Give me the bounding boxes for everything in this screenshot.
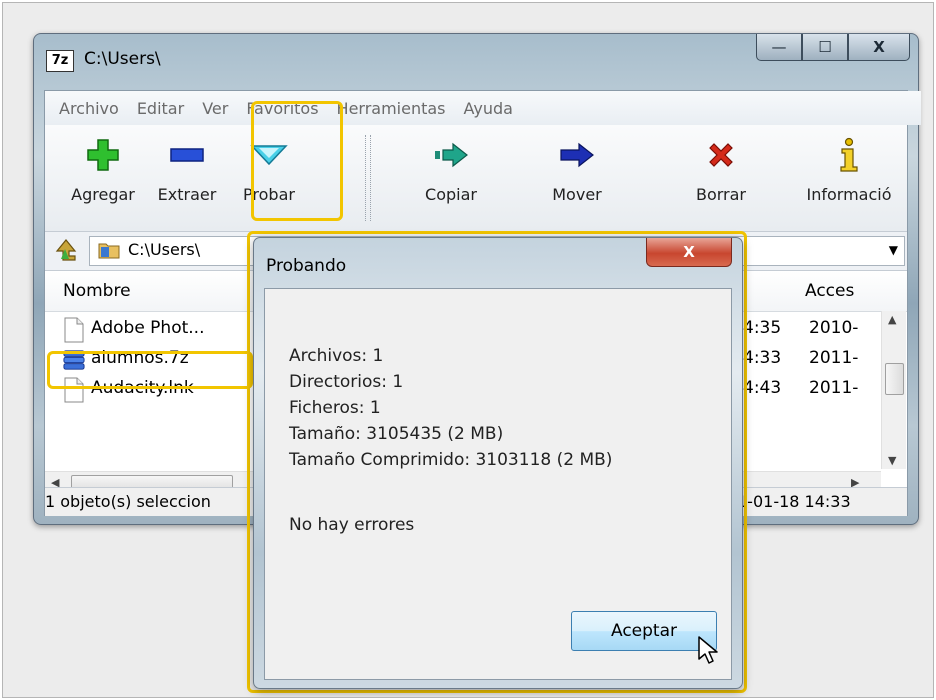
- status-selection: 1 objeto(s) seleccion: [45, 492, 211, 511]
- menu-herramientas[interactable]: Herramientas: [337, 99, 446, 118]
- plus-icon: [86, 133, 120, 177]
- add-button[interactable]: Agregar: [63, 133, 143, 227]
- highlight-archive-row: [47, 351, 253, 389]
- stat-files: Archivos: 1: [289, 346, 384, 366]
- info-button[interactable]: Informació: [793, 133, 905, 227]
- copy-button[interactable]: Copiar: [411, 133, 491, 227]
- add-label: Agregar: [71, 185, 135, 204]
- extract-button[interactable]: Extraer: [149, 133, 225, 227]
- close-icon: X: [873, 38, 885, 56]
- dialog-title: Probando: [266, 256, 347, 276]
- stat-compressed-size: Tamaño Comprimido: 3103118 (2 MB): [289, 450, 613, 470]
- dialog-close-button[interactable]: X: [646, 238, 732, 267]
- file-accessed: 2011-: [809, 378, 859, 398]
- file-accessed: 2010-: [809, 318, 859, 338]
- close-icon: X: [683, 243, 695, 261]
- menu-bar: Archivo Editar Ver Favoritos Herramienta…: [45, 91, 921, 125]
- minus-icon: [170, 133, 204, 177]
- title-bar[interactable]: 7z C:\Users\ — ☐ X: [34, 34, 918, 90]
- maximize-button[interactable]: ☐: [802, 34, 848, 61]
- 7zip-app-icon: 7z: [46, 50, 74, 72]
- stat-size: Tamaño: 3105435 (2 MB): [289, 424, 504, 444]
- dropdown-arrow-icon[interactable]: ▼: [889, 243, 898, 257]
- menu-ayuda[interactable]: Ayuda: [464, 99, 513, 118]
- folder-icon: [98, 243, 120, 259]
- menu-editar[interactable]: Editar: [137, 99, 184, 118]
- column-accessed-header[interactable]: Acces: [805, 281, 854, 301]
- toolbar-separator: [365, 135, 371, 221]
- up-folder-button[interactable]: [51, 238, 79, 264]
- delete-button[interactable]: Borrar: [681, 133, 761, 227]
- file-accessed: 2011-: [809, 348, 859, 368]
- scroll-up-icon[interactable]: ▲: [888, 313, 896, 326]
- vertical-scrollbar[interactable]: ▲ ▼: [881, 311, 906, 469]
- vertical-scroll-thumb[interactable]: [885, 363, 904, 395]
- status-date: 1-01-18 14:33: [737, 492, 851, 511]
- copy-label: Copiar: [425, 185, 477, 204]
- stat-ficheros: Ficheros: 1: [289, 398, 381, 418]
- minimize-icon: —: [771, 38, 787, 56]
- menu-ver[interactable]: Ver: [202, 99, 228, 118]
- extract-label: Extraer: [157, 185, 217, 204]
- menu-archivo[interactable]: Archivo: [59, 99, 119, 118]
- delete-label: Borrar: [695, 185, 747, 204]
- file-time: 4:33: [743, 348, 782, 368]
- stat-directories: Directorios: 1: [289, 372, 404, 392]
- ok-button[interactable]: Aceptar: [571, 611, 717, 651]
- testing-dialog: Probando X Archivos: 1 Directorios: 1 Fi…: [253, 237, 743, 689]
- file-name: Adobe Phot...: [91, 318, 205, 338]
- dialog-stats: Archivos: 1 Directorios: 1 Ficheros: 1 T…: [289, 343, 612, 473]
- scroll-down-icon[interactable]: ▼: [888, 454, 896, 467]
- file-time: 4:43: [743, 378, 782, 398]
- highlight-test-button: [251, 101, 343, 221]
- window-title: C:\Users\: [84, 49, 161, 69]
- info-label: Informació: [806, 185, 892, 204]
- file-time: 4:35: [743, 318, 782, 338]
- window-controls: — ☐ X: [756, 34, 910, 62]
- file-icon: [64, 317, 84, 343]
- column-name-header[interactable]: Nombre: [63, 281, 131, 301]
- move-arrow-icon: [559, 133, 595, 177]
- screenshot-frame: 7z C:\Users\ — ☐ X Archivo Editar Ver Fa…: [2, 2, 934, 698]
- result-message: No hay errores: [289, 515, 415, 535]
- minimize-button[interactable]: —: [756, 34, 802, 61]
- close-button[interactable]: X: [848, 34, 910, 61]
- move-button[interactable]: Mover: [537, 133, 617, 227]
- toolbar: Agregar Extraer Probar Copiar Mover Borr…: [45, 125, 907, 232]
- dialog-body: Archivos: 1 Directorios: 1 Ficheros: 1 T…: [264, 288, 732, 680]
- up-arrow-icon: [55, 239, 77, 261]
- delete-x-icon: [706, 133, 736, 177]
- info-icon: [837, 133, 861, 177]
- copy-arrow-icon: [433, 133, 469, 177]
- address-path: C:\Users\: [128, 240, 201, 259]
- move-label: Mover: [552, 185, 602, 204]
- maximize-icon: ☐: [818, 38, 832, 56]
- mouse-cursor-icon: [698, 636, 718, 664]
